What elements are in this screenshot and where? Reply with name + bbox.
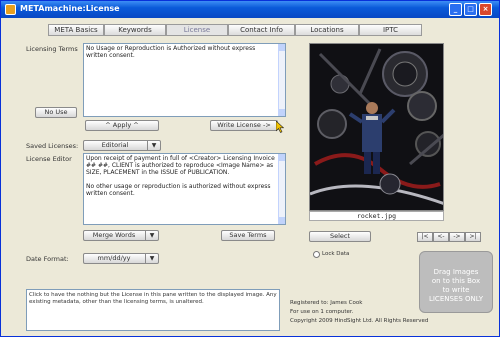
saved-licenses-dropdown[interactable]: Editorial ▼: [83, 140, 161, 151]
licensing-terms-label: Licensing Terms: [26, 45, 78, 53]
tab-contact-info[interactable]: Contact Info: [228, 24, 295, 36]
tab-bar: META Basics Keywords License Contact Inf…: [48, 24, 448, 36]
licensing-terms-scrollbar[interactable]: [278, 44, 285, 116]
lock-data-label: Lock Data: [322, 251, 350, 257]
date-format-value: mm/dd/yy: [97, 254, 131, 262]
maximize-button[interactable]: □: [464, 3, 477, 16]
status-message: Click to have the nothing but the Licens…: [26, 289, 280, 331]
no-use-button[interactable]: No Use: [35, 107, 77, 118]
nav-first-button[interactable]: |<: [417, 232, 433, 242]
nav-next-button[interactable]: ->: [449, 232, 465, 242]
license-count: For use on 1 computer.: [290, 309, 354, 315]
merge-words-label: Merge Words: [92, 231, 136, 239]
window-title: METAmachine:License: [20, 4, 120, 13]
rocket-engine-photo: [310, 44, 443, 210]
saved-licenses-value: Editorial: [101, 141, 129, 149]
tab-meta-basics[interactable]: META Basics: [48, 24, 104, 36]
tab-locations[interactable]: Locations: [295, 24, 359, 36]
main-window: METAmachine:License _ □ × META Basics Ke…: [0, 0, 500, 337]
nav-last-button[interactable]: >|: [465, 232, 481, 242]
license-editor-label: License Editor: [26, 155, 72, 163]
minimize-button[interactable]: _: [449, 3, 462, 16]
drop-zone-line-1: Drag Images: [433, 268, 479, 276]
chevron-down-icon: ▼: [145, 254, 158, 263]
chevron-down-icon: ▼: [147, 141, 160, 150]
drop-zone-line-2: on to this Box: [431, 277, 481, 285]
date-format-dropdown[interactable]: mm/dd/yy ▼: [83, 253, 159, 264]
lock-data-radio[interactable]: [313, 251, 320, 258]
chevron-down-icon: ▼: [145, 231, 158, 240]
drop-zone-line-3: to write: [442, 286, 470, 294]
license-editor-scrollbar[interactable]: [278, 154, 285, 224]
license-drop-zone[interactable]: Drag Images on to this Box to write LICE…: [419, 251, 493, 313]
select-button[interactable]: Select: [309, 231, 371, 242]
licensing-terms-field[interactable]: No Usage or Reproduction is Authorized w…: [83, 43, 286, 117]
date-format-label: Date Format:: [26, 255, 69, 263]
title-bar[interactable]: METAmachine:License _ □ ×: [1, 1, 499, 18]
license-editor-field[interactable]: Upon receipt of payment in full of <Crea…: [83, 153, 286, 225]
mouse-cursor-icon: [276, 121, 284, 133]
apply-button[interactable]: ^ Apply ^: [85, 120, 159, 131]
tab-iptc[interactable]: IPTC: [359, 24, 422, 36]
app-icon: [5, 4, 16, 15]
saved-licenses-label: Saved Licenses:: [26, 142, 79, 150]
licensing-terms-text: No Usage or Reproduction is Authorized w…: [86, 45, 256, 59]
image-filename: rocket.jpg: [309, 211, 444, 221]
registered-to: Registered to: James Cook: [290, 300, 363, 306]
drop-zone-line-4: LICENSES ONLY: [428, 295, 484, 303]
tab-keywords[interactable]: Keywords: [104, 24, 166, 36]
close-button[interactable]: ×: [479, 3, 492, 16]
write-license-button[interactable]: Write License ->: [210, 120, 278, 131]
merge-words-dropdown[interactable]: Merge Words ▼: [83, 230, 159, 241]
nav-prev-button[interactable]: <-: [433, 232, 449, 242]
copyright: Copyright 2009 HindSight Ltd. All Rights…: [290, 318, 429, 324]
license-editor-paragraph-2: No other usage or reproduction is author…: [86, 183, 271, 197]
license-editor-paragraph-1: Upon receipt of payment in full of <Crea…: [86, 155, 275, 176]
save-terms-button[interactable]: Save Terms: [221, 230, 275, 241]
image-preview[interactable]: [309, 43, 444, 211]
tab-license[interactable]: License: [166, 24, 228, 36]
